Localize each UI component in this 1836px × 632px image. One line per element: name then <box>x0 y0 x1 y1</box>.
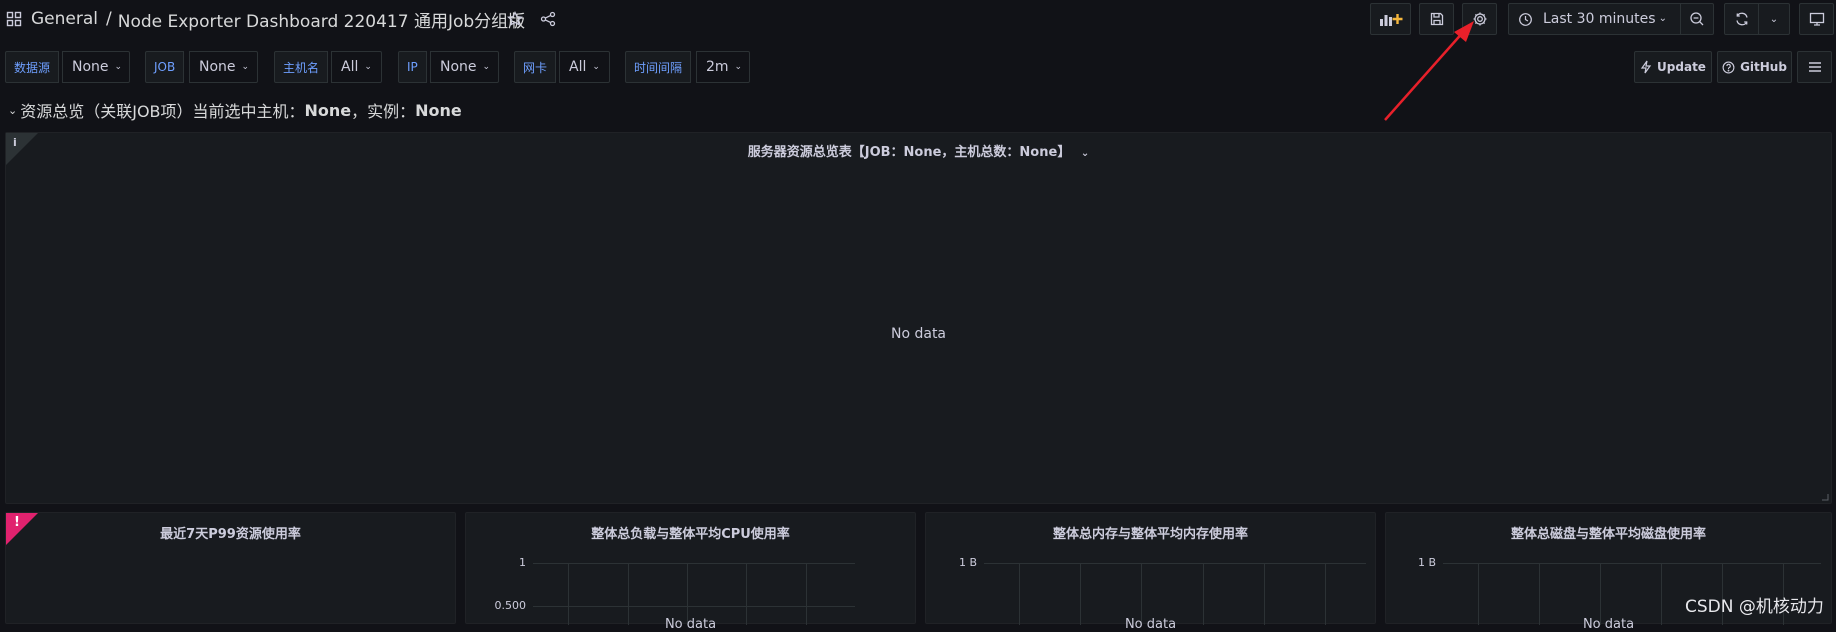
chevron-down-icon: ⌄ <box>1769 13 1779 25</box>
chevron-down-icon: ⌄ <box>592 62 600 72</box>
menu-button[interactable] <box>1797 51 1832 83</box>
zoom-out-icon <box>1689 11 1705 27</box>
cpu-usage-panel[interactable]: 整体总负载与整体平均CPU使用率 1 0.500 No data <box>465 512 916 632</box>
row-host: None <box>304 100 352 120</box>
panel-title[interactable]: 整体总磁盘与整体平均磁盘使用率 <box>1386 523 1831 542</box>
time-picker-button[interactable]: Last 30 minutes ⌄ <box>1508 3 1681 35</box>
no-data-message: No data <box>1582 617 1635 632</box>
breadcrumb-folder-link[interactable]: General <box>31 9 98 29</box>
no-data-message: No data <box>890 326 947 342</box>
variable-value: None <box>440 59 477 75</box>
y-axis-tick: 0.500 <box>494 599 527 612</box>
hamburger-icon <box>1808 61 1822 73</box>
star-icon[interactable] <box>507 11 523 27</box>
panel-title-text: 服务器资源总览表【JOB：None，主机总数：None】 <box>747 145 1071 160</box>
variable-value: 2m <box>706 59 729 75</box>
breadcrumb-separator: / <box>106 9 112 29</box>
row-title: 资源总览（关联JOB项）当前选中主机： <box>20 102 305 121</box>
share-icon[interactable] <box>540 11 556 27</box>
variable-select-hostname[interactable]: All ⌄ <box>331 51 382 83</box>
panel-title[interactable]: 整体总负载与整体平均CPU使用率 <box>466 523 915 542</box>
grid-line <box>1080 563 1081 625</box>
row-header[interactable]: ⌄ 资源总览（关联JOB项）当前选中主机： None ，实例： None <box>8 99 462 122</box>
panel-title[interactable]: 最近7天P99资源使用率 <box>6 523 455 542</box>
grid-line <box>806 563 807 625</box>
monitor-icon <box>1809 11 1825 27</box>
variable-label-interval: 时间间隔 <box>625 51 692 83</box>
chevron-down-icon: ⌄ <box>8 103 18 117</box>
time-range-label: Last 30 minutes <box>1543 11 1656 27</box>
question-circle-icon <box>1722 61 1735 74</box>
variable-label-ip: IP <box>398 51 427 83</box>
y-axis-tick: 1 B <box>958 556 977 569</box>
grid-line <box>1019 563 1020 625</box>
update-link-label: Update <box>1657 60 1706 74</box>
grid-line <box>568 563 569 625</box>
chevron-down-icon: ⌄ <box>114 62 123 72</box>
dashboard-title[interactable]: Node Exporter Dashboard 220417 通用Job分组版 <box>118 7 525 32</box>
chevron-down-icon: ⌄ <box>241 62 250 72</box>
no-data-message: No data <box>664 617 717 632</box>
resize-handle-icon[interactable] <box>1821 493 1829 501</box>
variable-value: All <box>569 59 587 75</box>
grid-line <box>1141 563 1142 625</box>
no-data-message: No data <box>1124 617 1177 632</box>
annotation-arrow <box>1384 21 1474 121</box>
zoom-out-button[interactable] <box>1680 3 1714 35</box>
chevron-down-icon: ⌄ <box>1080 148 1090 159</box>
grid-line <box>1264 563 1265 625</box>
panel-title[interactable]: 服务器资源总览表【JOB：None，主机总数：None】 ⌄ <box>6 141 1831 160</box>
y-axis-tick: 1 <box>519 556 526 569</box>
grid-line <box>687 563 688 625</box>
variable-select-ip[interactable]: None ⌄ <box>430 51 499 83</box>
grid-line <box>1539 563 1540 625</box>
grid-line <box>628 563 629 625</box>
refresh-interval-button[interactable]: ⌄ <box>1758 3 1790 35</box>
grid-line <box>984 563 1366 564</box>
overview-table-panel[interactable]: i 服务器资源总览表【JOB：None，主机总数：None】 ⌄ No data <box>5 132 1832 504</box>
grid-line <box>1203 563 1204 625</box>
github-link-label: GitHub <box>1740 60 1787 74</box>
variable-select-job[interactable]: None ⌄ <box>189 51 258 83</box>
grid-line <box>1600 563 1601 625</box>
grid-line <box>1325 563 1326 625</box>
apps-icon[interactable] <box>6 11 22 27</box>
chevron-down-icon: ⌄ <box>482 62 491 72</box>
grid-line <box>1443 563 1821 564</box>
variable-label-hostname: 主机名 <box>274 51 329 83</box>
clock-icon <box>1518 12 1533 27</box>
row-instance: None <box>415 100 462 120</box>
chevron-down-icon: ⌄ <box>734 62 743 72</box>
grid-line <box>746 563 747 625</box>
watermark: CSDN @机核动力 <box>1685 597 1824 617</box>
panel-title[interactable]: 整体总内存与整体平均内存使用率 <box>926 523 1375 542</box>
variable-label-nic: 网卡 <box>514 51 557 83</box>
variable-value: All <box>341 59 359 75</box>
row-instance-label: ，实例： <box>351 102 416 121</box>
variable-value: None <box>199 59 236 75</box>
breadcrumb: General / Node Exporter Dashboard 220417… <box>31 7 525 32</box>
refresh-button[interactable] <box>1724 3 1759 35</box>
chevron-down-icon: ⌄ <box>1658 13 1667 24</box>
chevron-down-icon: ⌄ <box>364 62 372 72</box>
p99-usage-panel[interactable]: ! 最近7天P99资源使用率 <box>5 512 456 624</box>
bolt-icon <box>1640 60 1652 74</box>
update-link[interactable]: Update <box>1634 51 1712 83</box>
variable-select-nic[interactable]: All ⌄ <box>559 51 610 83</box>
refresh-icon <box>1734 11 1750 27</box>
variable-label-datasource: 数据源 <box>5 51 60 83</box>
grid-line <box>1661 563 1662 625</box>
tv-mode-button[interactable] <box>1799 3 1834 35</box>
github-link[interactable]: GitHub <box>1717 51 1792 83</box>
variable-select-interval[interactable]: 2m ⌄ <box>696 51 750 83</box>
grid-line <box>1478 563 1479 625</box>
variable-value: None <box>72 59 109 75</box>
variable-label-job: JOB <box>145 51 185 83</box>
y-axis-tick: 1 B <box>1417 556 1436 569</box>
variable-select-datasource[interactable]: None ⌄ <box>62 51 130 83</box>
memory-usage-panel[interactable]: 整体总内存与整体平均内存使用率 1 B No data <box>925 512 1376 632</box>
